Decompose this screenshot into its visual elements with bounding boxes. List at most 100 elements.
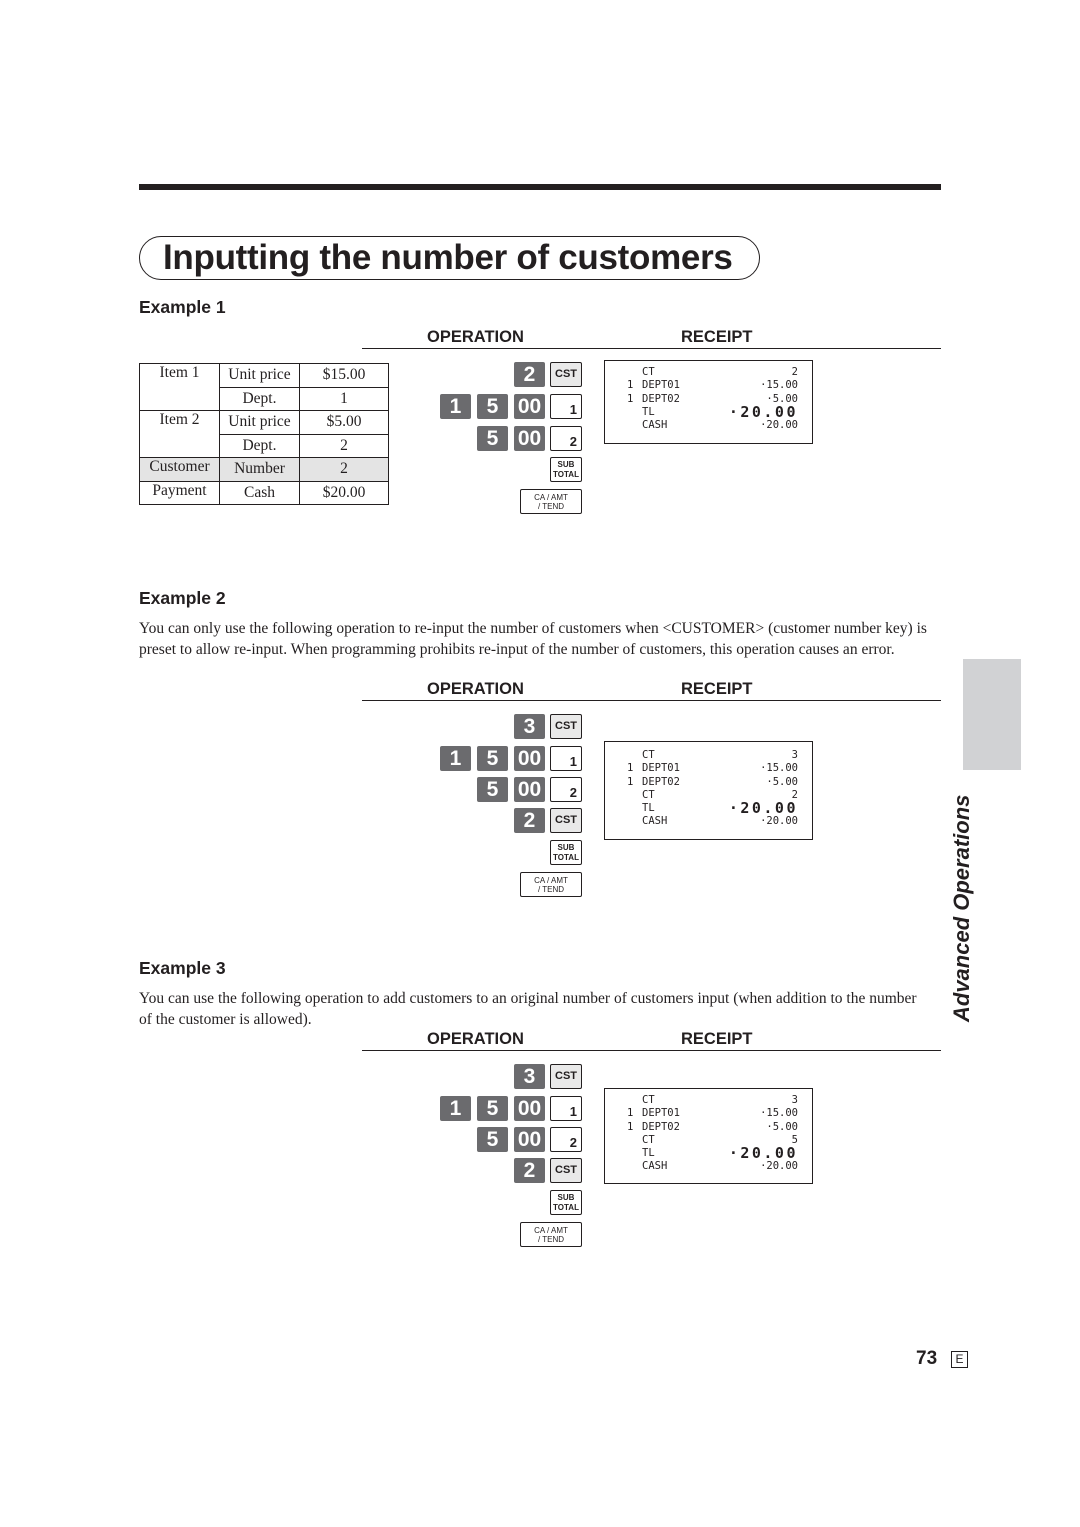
- table-cell: Cash: [219, 480, 300, 505]
- subtotal-key-bottom: TOTAL: [553, 470, 579, 479]
- table-cell: $5.00: [299, 410, 389, 435]
- number-key: 5: [477, 777, 508, 802]
- example-1-receipt-label: RECEIPT: [681, 328, 753, 346]
- receipt-total-line: TL ·20.00: [642, 402, 798, 421]
- dept-2-key: 2: [550, 777, 582, 802]
- example-2-heading: Example 2: [139, 588, 226, 608]
- example-1-items-table: Item 1 Unit price $15.00 Dept. 1 Item 2 …: [139, 363, 389, 505]
- table-row: Item 1 Unit price $15.00: [139, 363, 389, 411]
- page-number: 73: [916, 1348, 938, 1369]
- top-rule: [139, 184, 941, 190]
- table-cell: 2: [299, 433, 389, 458]
- table-cell: Item 2: [139, 410, 220, 458]
- receipt-line: CASH ·20.00: [642, 815, 798, 828]
- table-cell: Customer: [139, 457, 220, 482]
- receipt-total-line: TL ·20.00: [642, 1144, 798, 1163]
- example-2-header-rule: [362, 700, 941, 701]
- ca-amt-tend-key: CA / AMT / TEND: [520, 872, 582, 897]
- number-key: 5: [477, 1096, 508, 1121]
- number-key: 00: [514, 777, 545, 802]
- receipt-line: CASH ·20.00: [642, 419, 798, 432]
- cst-key: CST: [550, 808, 582, 833]
- table-cell: Payment: [139, 480, 220, 505]
- section-tab-label: Advanced Operations: [949, 794, 974, 1022]
- dept-1-key: 1: [550, 1096, 582, 1121]
- table-cell: $20.00: [299, 480, 389, 505]
- subtotal-key: SUB TOTAL: [550, 1190, 582, 1215]
- number-key: 1: [440, 1096, 471, 1121]
- table-cell: 2: [299, 457, 389, 482]
- cst-key: CST: [550, 1064, 582, 1089]
- table-row: Payment Cash $20.00: [139, 480, 389, 505]
- number-key: 2: [514, 808, 545, 833]
- ca-amt-tend-key: CA / AMT / TEND: [520, 1222, 582, 1247]
- cst-key: CST: [550, 362, 582, 387]
- subtotal-key: SUB TOTAL: [550, 840, 582, 865]
- number-key: 5: [477, 394, 508, 419]
- receipt-total-line: TL ·20.00: [642, 799, 798, 818]
- receipt-line: CASH ·20.00: [642, 1160, 798, 1173]
- subtotal-key-bottom: TOTAL: [553, 853, 579, 862]
- example-2-operation-label: OPERATION: [427, 680, 524, 698]
- example-3-heading: Example 3: [139, 958, 226, 978]
- dept-1-key: 1: [550, 746, 582, 771]
- number-key: 2: [514, 362, 545, 387]
- ca-amt-tend-key: CA / AMT / TEND: [520, 489, 582, 514]
- table-cell: Unit price: [219, 410, 300, 435]
- page-title: Inputting the number of customers: [163, 238, 733, 277]
- ca-key-bottom: / TEND: [537, 1235, 565, 1244]
- number-key: 00: [514, 394, 545, 419]
- cst-key: CST: [550, 714, 582, 739]
- ca-key-top: CA / AMT: [534, 493, 568, 502]
- receipt-line: 1 DEPT02·5.00: [627, 775, 798, 788]
- number-key: 00: [514, 1096, 545, 1121]
- ca-key-top: CA / AMT: [534, 876, 568, 885]
- table-cell: $15.00: [299, 363, 389, 388]
- number-key: 5: [477, 746, 508, 771]
- table-cell: Item 1: [139, 363, 220, 411]
- receipt-line: CT 3: [642, 1094, 798, 1106]
- subtotal-key-top: SUB: [557, 460, 575, 469]
- example-3-receipt-label: RECEIPT: [681, 1030, 753, 1048]
- number-key: 3: [514, 1064, 545, 1089]
- example-1-operation-label: OPERATION: [427, 328, 524, 346]
- table-cell: Unit price: [219, 363, 300, 388]
- table-cell: Dept.: [219, 433, 300, 458]
- section-tab-marker: [963, 659, 1021, 770]
- number-key: 2: [514, 1158, 545, 1183]
- example-2-receipt-label: RECEIPT: [681, 680, 753, 698]
- subtotal-key-top: SUB: [557, 1193, 575, 1202]
- receipt-line: 1 DEPT01·15.00: [627, 379, 798, 392]
- number-key: 3: [514, 714, 545, 739]
- example-2-description: You can only use the following operation…: [139, 620, 927, 658]
- table-row: Customer Number 2: [139, 457, 389, 482]
- receipt-line: 1 DEPT02·5.00: [627, 1120, 798, 1133]
- example-3-description: You can use the following operation to a…: [139, 990, 917, 1028]
- example-1-header-rule: [362, 348, 941, 349]
- number-key: 1: [440, 746, 471, 771]
- subtotal-key-top: SUB: [557, 843, 575, 852]
- number-key: 00: [514, 746, 545, 771]
- receipt-line: CT 3: [642, 749, 798, 761]
- number-key: 00: [514, 1127, 545, 1152]
- dept-2-key: 2: [550, 426, 582, 451]
- table-cell: Dept.: [219, 386, 300, 411]
- example-1-receipt: CT 2 1 DEPT01·15.00 1 DEPT02·5.00 TL ·20.00 …: [604, 360, 813, 444]
- example-1-heading: Example 1: [139, 297, 226, 317]
- receipt-line: CT 2: [642, 366, 798, 378]
- number-key: 5: [477, 426, 508, 451]
- table-cell: Number: [219, 457, 300, 482]
- number-key: 00: [514, 426, 545, 451]
- ca-key-top: CA / AMT: [534, 1226, 568, 1235]
- language-mark: E: [951, 1351, 968, 1368]
- ca-key-bottom: / TEND: [537, 885, 565, 894]
- table-row: Item 2 Unit price $5.00: [139, 410, 389, 458]
- dept-2-key: 2: [550, 1127, 582, 1152]
- number-key: 1: [440, 394, 471, 419]
- receipt-line: 1 DEPT01·15.00: [627, 762, 798, 775]
- ca-key-bottom: / TEND: [537, 502, 565, 511]
- dept-1-key: 1: [550, 394, 582, 419]
- number-key: 5: [477, 1127, 508, 1152]
- example-3-receipt: CT 3 1 DEPT01·15.00 1 DEPT02·5.00 CT 5 TL ·20…: [604, 1088, 813, 1184]
- cst-key: CST: [550, 1158, 582, 1183]
